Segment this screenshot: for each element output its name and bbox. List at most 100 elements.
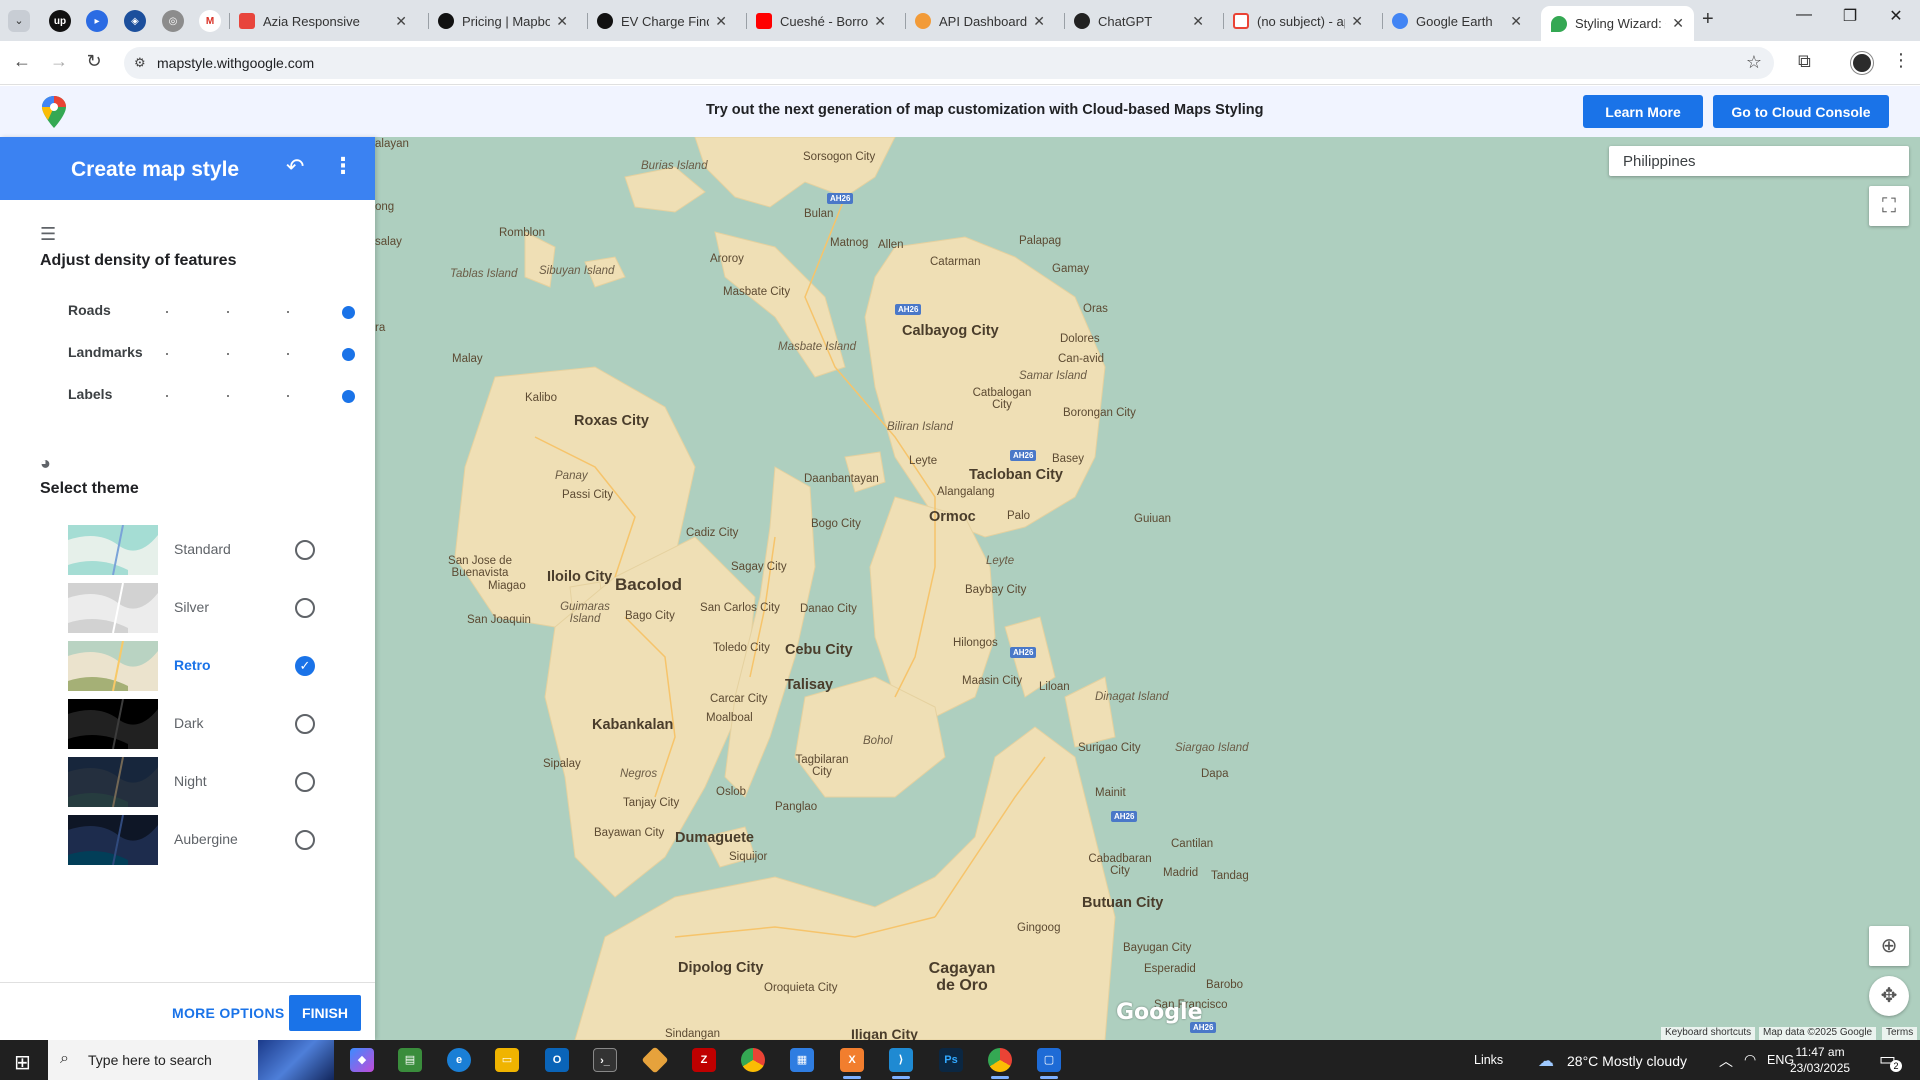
tab-close-icon[interactable]: ✕ — [556, 13, 568, 30]
theme-option-night[interactable]: Night — [68, 757, 318, 807]
theme-radio[interactable] — [295, 598, 315, 618]
minimize-icon[interactable]: — — [1781, 6, 1827, 24]
pan-compass-icon[interactable]: ✥ — [1869, 976, 1909, 1016]
tab[interactable]: Pricing | Mapbox ✕ — [428, 6, 578, 36]
links-toolbar[interactable]: Links — [1474, 1053, 1503, 1067]
map-label-city: Cagayan de Oro — [928, 960, 996, 994]
map-search-input[interactable]: Philippines — [1623, 153, 1696, 170]
labels-density-slider[interactable] — [166, 390, 355, 403]
roads-density-slider[interactable] — [166, 306, 355, 319]
more-vert-icon[interactable]: ⋮ — [332, 153, 354, 179]
tab-close-icon[interactable]: ✕ — [395, 13, 407, 30]
theme-option-dark[interactable]: Dark — [68, 699, 318, 749]
tab-close-icon[interactable]: ✕ — [1672, 15, 1684, 32]
edge-icon[interactable]: e — [447, 1048, 471, 1072]
photoshop-icon[interactable]: Ps — [939, 1048, 963, 1072]
theme-option-standard[interactable]: Standard — [68, 525, 318, 575]
theme-option-silver[interactable]: Silver — [68, 583, 318, 633]
theme-radio[interactable] — [295, 540, 315, 560]
taskbar-clock[interactable]: 11:47 am 23/03/2025 — [1790, 1044, 1850, 1076]
tab[interactable]: EV Charge Finde ✕ — [587, 6, 737, 36]
pinned-tab-icon[interactable]: ▸ — [86, 10, 108, 32]
theme-option-aubergine[interactable]: Aubergine — [68, 815, 318, 865]
weather-text[interactable]: 28°C Mostly cloudy — [1567, 1053, 1687, 1069]
map-label-island: Biliran Island — [887, 421, 953, 433]
tab-close-icon[interactable]: ✕ — [1033, 13, 1045, 30]
forward-arrow-icon[interactable]: → — [47, 51, 71, 72]
undo-icon[interactable]: ↶ — [286, 154, 304, 180]
tab-close-icon[interactable]: ✕ — [1510, 13, 1522, 30]
my-location-icon[interactable]: ⊕ — [1869, 926, 1909, 966]
map-label: Carcar City — [710, 693, 768, 705]
new-tab-icon[interactable]: + — [1702, 8, 1714, 31]
omnibox[interactable]: ⚙ mapstyle.withgoogle.com ☆ — [124, 47, 1774, 79]
tab[interactable]: API Dashboard - ✕ — [905, 6, 1055, 36]
fullscreen-icon[interactable]: ⛶ — [1869, 186, 1909, 226]
panel-footer: MORE OPTIONS FINISH — [0, 982, 375, 1040]
go-to-cloud-console-button[interactable]: Go to Cloud Console — [1713, 95, 1889, 128]
slider-knob[interactable] — [342, 306, 355, 319]
site-info-icon[interactable]: ⚙ — [134, 55, 146, 71]
windows-taskbar: ⊞ ⌕ Type here to search ◆ ▤ e ▭ O ›_ Z ▦… — [0, 1040, 1920, 1080]
landmarks-density-slider[interactable] — [166, 348, 355, 361]
pinned-tab-globe-icon[interactable]: ◎ — [162, 10, 184, 32]
theme-radio[interactable] — [295, 772, 315, 792]
url-text[interactable]: mapstyle.withgoogle.com — [157, 55, 314, 71]
theme-label: Silver — [174, 599, 210, 615]
pinned-tab-icon[interactable]: ◈ — [124, 10, 146, 32]
outlook-icon[interactable]: O — [545, 1048, 569, 1072]
back-arrow-icon[interactable]: ← — [10, 51, 34, 72]
filezilla-icon[interactable]: Z — [692, 1048, 716, 1072]
remote-app-icon[interactable]: ▢ — [1037, 1048, 1061, 1079]
copilot-icon[interactable]: ◆ — [350, 1048, 374, 1072]
pinned-tab-gmail-icon[interactable]: M — [199, 10, 221, 32]
theme-radio[interactable] — [295, 714, 315, 734]
theme-option-retro[interactable]: Retro ✓ — [68, 641, 318, 691]
pinned-tab-upwork-icon[interactable]: up — [49, 10, 71, 32]
keyboard-shortcuts-link[interactable]: Keyboard shortcuts — [1661, 1027, 1756, 1040]
map-canvas[interactable]: Roxas City Calbayog City Tacloban City O… — [375, 137, 1920, 1040]
tab[interactable]: Cueshé - Borrow ✕ — [746, 6, 896, 36]
git-icon[interactable] — [641, 1046, 669, 1074]
notepad-icon[interactable]: ▤ — [398, 1048, 422, 1072]
extensions-puzzle-icon[interactable]: ⧉ — [1798, 51, 1811, 72]
wifi-icon[interactable]: ◠ — [1744, 1051, 1756, 1068]
tab[interactable]: Azia Responsive ✕ — [229, 6, 417, 36]
reload-icon[interactable]: ↻ — [82, 51, 106, 72]
finish-button[interactable]: FINISH — [289, 995, 361, 1031]
restore-icon[interactable]: ❐ — [1827, 6, 1873, 26]
tab[interactable]: Google Earth ✕ — [1382, 6, 1532, 36]
tab-close-icon[interactable]: ✕ — [715, 13, 727, 30]
tab-close-icon[interactable]: ✕ — [1192, 13, 1204, 30]
chrome-icon[interactable] — [741, 1048, 765, 1072]
tab[interactable]: (no subject) - ap ✕ — [1223, 6, 1373, 36]
theme-radio-checked-icon[interactable]: ✓ — [295, 656, 315, 676]
terms-link[interactable]: Terms — [1882, 1027, 1918, 1040]
xampp-icon[interactable]: X — [840, 1048, 864, 1079]
tab-close-icon[interactable]: ✕ — [1351, 13, 1363, 30]
tab-search-icon[interactable]: ⌄ — [8, 10, 30, 32]
profile-avatar[interactable] — [1851, 52, 1873, 74]
map-label-island: Panay — [555, 470, 588, 482]
slider-knob[interactable] — [342, 348, 355, 361]
window-close-icon[interactable]: ✕ — [1873, 6, 1919, 26]
tray-chevron-up-icon[interactable]: ︿ — [1719, 1051, 1733, 1071]
learn-more-button[interactable]: Learn More — [1583, 95, 1703, 128]
chrome-profile-icon[interactable] — [988, 1048, 1012, 1079]
theme-radio[interactable] — [295, 830, 315, 850]
tab-close-icon[interactable]: ✕ — [874, 13, 886, 30]
bookmark-star-icon[interactable]: ☆ — [1746, 52, 1762, 73]
tab[interactable]: ChatGPT ✕ — [1064, 6, 1214, 36]
map-label: Leyte — [909, 455, 938, 467]
store-icon[interactable]: ▦ — [790, 1048, 814, 1072]
tab-active[interactable]: Styling Wizard: C ✕ — [1541, 6, 1694, 41]
vscode-icon[interactable]: ⟩ — [889, 1048, 913, 1079]
terminal-icon[interactable]: ›_ — [593, 1048, 617, 1072]
browser-menu-icon[interactable]: ⋮ — [1892, 50, 1910, 71]
map-search-box[interactable]: Philippines — [1609, 146, 1909, 176]
slider-knob[interactable] — [342, 390, 355, 403]
taskbar-search-box[interactable]: ⌕ Type here to search — [48, 1040, 334, 1080]
more-options-button[interactable]: MORE OPTIONS — [172, 1005, 285, 1021]
windows-start-icon[interactable]: ⊞ — [14, 1050, 31, 1075]
file-explorer-icon[interactable]: ▭ — [495, 1048, 519, 1072]
